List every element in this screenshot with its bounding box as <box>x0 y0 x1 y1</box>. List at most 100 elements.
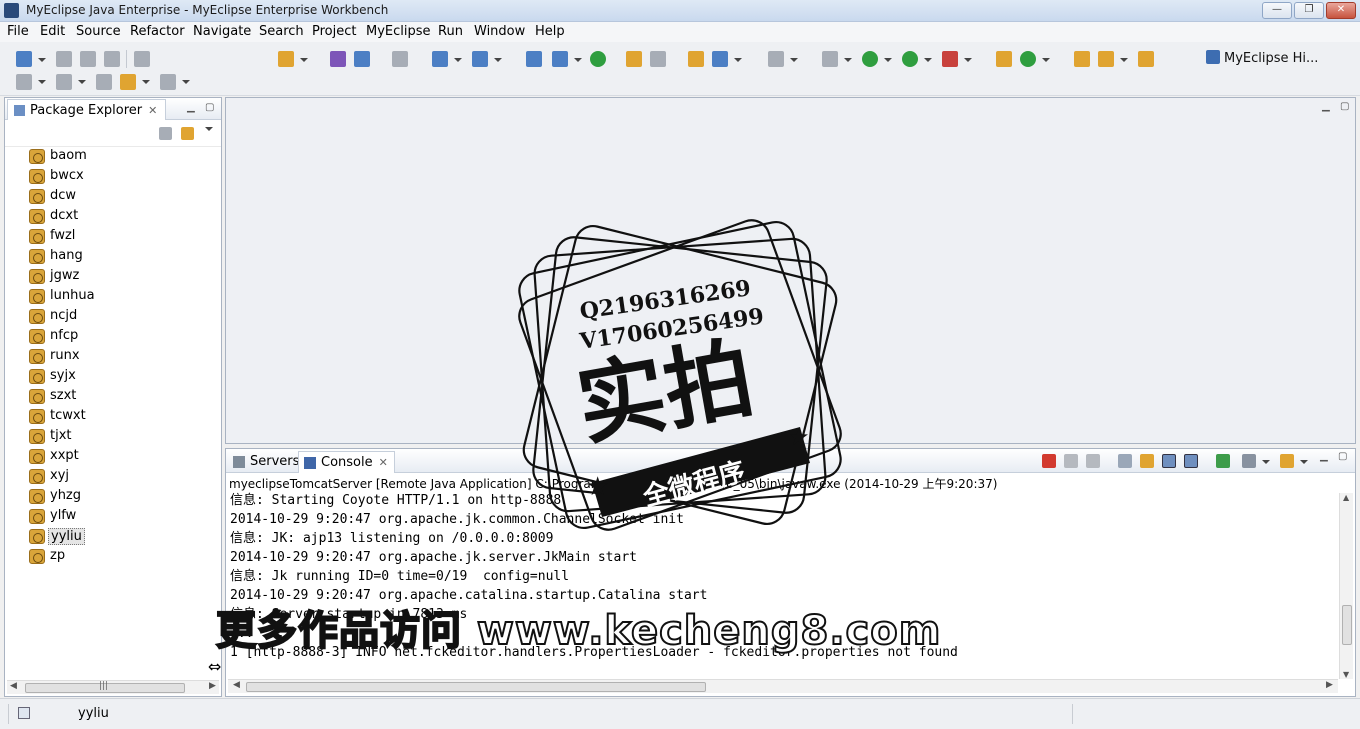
run-external-dropdown-arrow[interactable] <box>924 58 932 62</box>
back-icon[interactable] <box>120 74 136 90</box>
external-tools-icon[interactable] <box>942 51 958 67</box>
menu-search[interactable]: Search <box>259 24 304 39</box>
console-hscrollbar[interactable]: ◀ ▶ <box>228 679 1338 693</box>
package-icon[interactable] <box>688 51 704 67</box>
scroll-thumb[interactable]: ||| <box>25 681 185 693</box>
menu-navigate[interactable]: Navigate <box>193 24 251 39</box>
menu-source[interactable]: Source <box>76 24 121 39</box>
external-tools-dropdown-arrow[interactable] <box>964 58 972 62</box>
menu-window[interactable]: Window <box>474 24 525 39</box>
tab-package-explorer[interactable]: Package Explorer ✕ <box>7 99 167 120</box>
show-on-stderr-icon[interactable] <box>1184 454 1198 468</box>
open-console-icon[interactable] <box>1280 454 1294 468</box>
console-scroll-left-icon[interactable]: ◀ <box>233 680 240 690</box>
maximize-button[interactable]: ❐ <box>1294 2 1324 19</box>
open-console-dropdown-arrow[interactable] <box>1300 460 1308 464</box>
tab-servers[interactable]: Servers <box>228 451 305 473</box>
console-output[interactable]: 信息: Starting Coyote HTTP/1.1 on http-888… <box>230 491 1335 677</box>
scroll-right-icon[interactable]: ▶ <box>209 681 216 691</box>
open-file-icon[interactable] <box>1138 51 1154 67</box>
maximize-editor-icon[interactable]: ▢ <box>1340 101 1349 112</box>
globe-icon[interactable] <box>590 51 606 67</box>
prev-annotation-icon[interactable] <box>56 74 72 90</box>
tab-console[interactable]: Console ✕ <box>298 451 395 473</box>
show-on-stdout-icon[interactable] <box>1162 454 1176 468</box>
run-icon[interactable] <box>862 51 878 67</box>
perspective-switcher[interactable]: MyEclipse Hi... <box>1206 50 1318 66</box>
terminate-icon[interactable] <box>1042 454 1056 468</box>
next-annotation-icon[interactable] <box>16 74 32 90</box>
remove-all-terminated-icon[interactable] <box>1086 454 1100 468</box>
pencil-icon[interactable] <box>1098 51 1114 67</box>
menu-help[interactable]: Help <box>535 24 565 39</box>
run-external-icon[interactable] <box>902 51 918 67</box>
console-scroll-right-icon[interactable]: ▶ <box>1326 680 1333 690</box>
last-edit-location-icon[interactable] <box>96 74 112 90</box>
menu-edit[interactable]: Edit <box>40 24 65 39</box>
menu-myeclipse[interactable]: MyEclipse <box>366 24 431 39</box>
scroll-left-icon[interactable]: ◀ <box>10 681 17 691</box>
binary-icon[interactable] <box>134 51 150 67</box>
forward-dropdown-arrow[interactable] <box>182 80 190 84</box>
open-type-icon[interactable] <box>278 51 294 67</box>
save-all-icon[interactable] <box>80 51 96 67</box>
open-type-dropdown-arrow[interactable] <box>300 58 308 62</box>
server-icon[interactable] <box>552 51 568 67</box>
minimize-console-icon[interactable]: ▁ <box>1320 451 1328 462</box>
jsp-icon[interactable] <box>392 51 408 67</box>
print-icon[interactable] <box>104 51 120 67</box>
minimize-view-icon[interactable]: ▁ <box>187 102 195 113</box>
monitor-dropdown-arrow[interactable] <box>790 58 798 62</box>
debug-dropdown-arrow[interactable] <box>844 58 852 62</box>
scroll-up-icon[interactable]: ▲ <box>1343 493 1349 502</box>
menu-refactor[interactable]: Refactor <box>130 24 185 39</box>
web-browser-icon[interactable] <box>712 51 728 67</box>
close-button[interactable]: ✕ <box>1326 2 1356 19</box>
search-icon[interactable] <box>472 51 488 67</box>
open-folder-icon[interactable] <box>626 51 642 67</box>
monitor-icon[interactable] <box>768 51 784 67</box>
prev-annotation-dropdown-arrow[interactable] <box>78 80 86 84</box>
web-browser-dropdown-arrow[interactable] <box>734 58 742 62</box>
display-selected-console-icon[interactable] <box>1242 454 1256 468</box>
console-vscrollbar[interactable]: ▲ ▼ <box>1339 493 1353 679</box>
collapse-all-icon[interactable] <box>159 127 172 140</box>
maximize-view-icon[interactable]: ▢ <box>205 102 214 113</box>
back-dropdown-arrow[interactable] <box>142 80 150 84</box>
pin-console-icon[interactable] <box>1216 454 1230 468</box>
package-explorer-hscrollbar[interactable]: ◀ ||| ▶ <box>7 680 219 694</box>
close-console-tab-icon[interactable]: ✕ <box>379 456 388 469</box>
server-dropdown-arrow[interactable] <box>574 58 582 62</box>
scroll-lock-icon[interactable] <box>1140 454 1154 468</box>
menu-project[interactable]: Project <box>312 24 356 39</box>
refresh-icon[interactable] <box>650 51 666 67</box>
view-menu-icon[interactable] <box>205 127 213 131</box>
menu-file[interactable]: File <box>7 24 29 39</box>
new-class-icon[interactable] <box>996 51 1012 67</box>
console-hscroll-thumb[interactable] <box>246 682 706 692</box>
maximize-console-icon[interactable]: ▢ <box>1338 451 1347 462</box>
fast-view-icon[interactable] <box>18 707 30 719</box>
search-dropdown-arrow[interactable] <box>494 58 502 62</box>
save-icon[interactable] <box>56 51 72 67</box>
scroll-down-icon[interactable]: ▼ <box>1343 670 1349 679</box>
ejb-icon[interactable] <box>330 51 346 67</box>
pencil-dropdown-arrow[interactable] <box>1120 58 1128 62</box>
console-vscroll-thumb[interactable] <box>1342 605 1352 645</box>
forward-icon[interactable] <box>160 74 176 90</box>
new-wizard-dropdown-arrow[interactable] <box>454 58 462 62</box>
new-wizard-icon[interactable] <box>432 51 448 67</box>
web-project-icon[interactable] <box>354 51 370 67</box>
close-tab-icon[interactable]: ✕ <box>148 104 157 117</box>
clear-console-icon[interactable] <box>1118 454 1132 468</box>
new-dropdown-arrow[interactable] <box>38 58 46 62</box>
debug-icon[interactable] <box>822 51 838 67</box>
editor-area[interactable]: ▁ ▢ <box>225 97 1356 444</box>
remove-launch-icon[interactable] <box>1064 454 1078 468</box>
new-icon[interactable] <box>16 51 32 67</box>
new-interface-icon[interactable] <box>1020 51 1036 67</box>
link-with-editor-icon[interactable] <box>181 127 194 140</box>
display-console-dropdown-arrow[interactable] <box>1262 460 1270 464</box>
next-annotation-dropdown-arrow[interactable] <box>38 80 46 84</box>
new-interface-dropdown-arrow[interactable] <box>1042 58 1050 62</box>
